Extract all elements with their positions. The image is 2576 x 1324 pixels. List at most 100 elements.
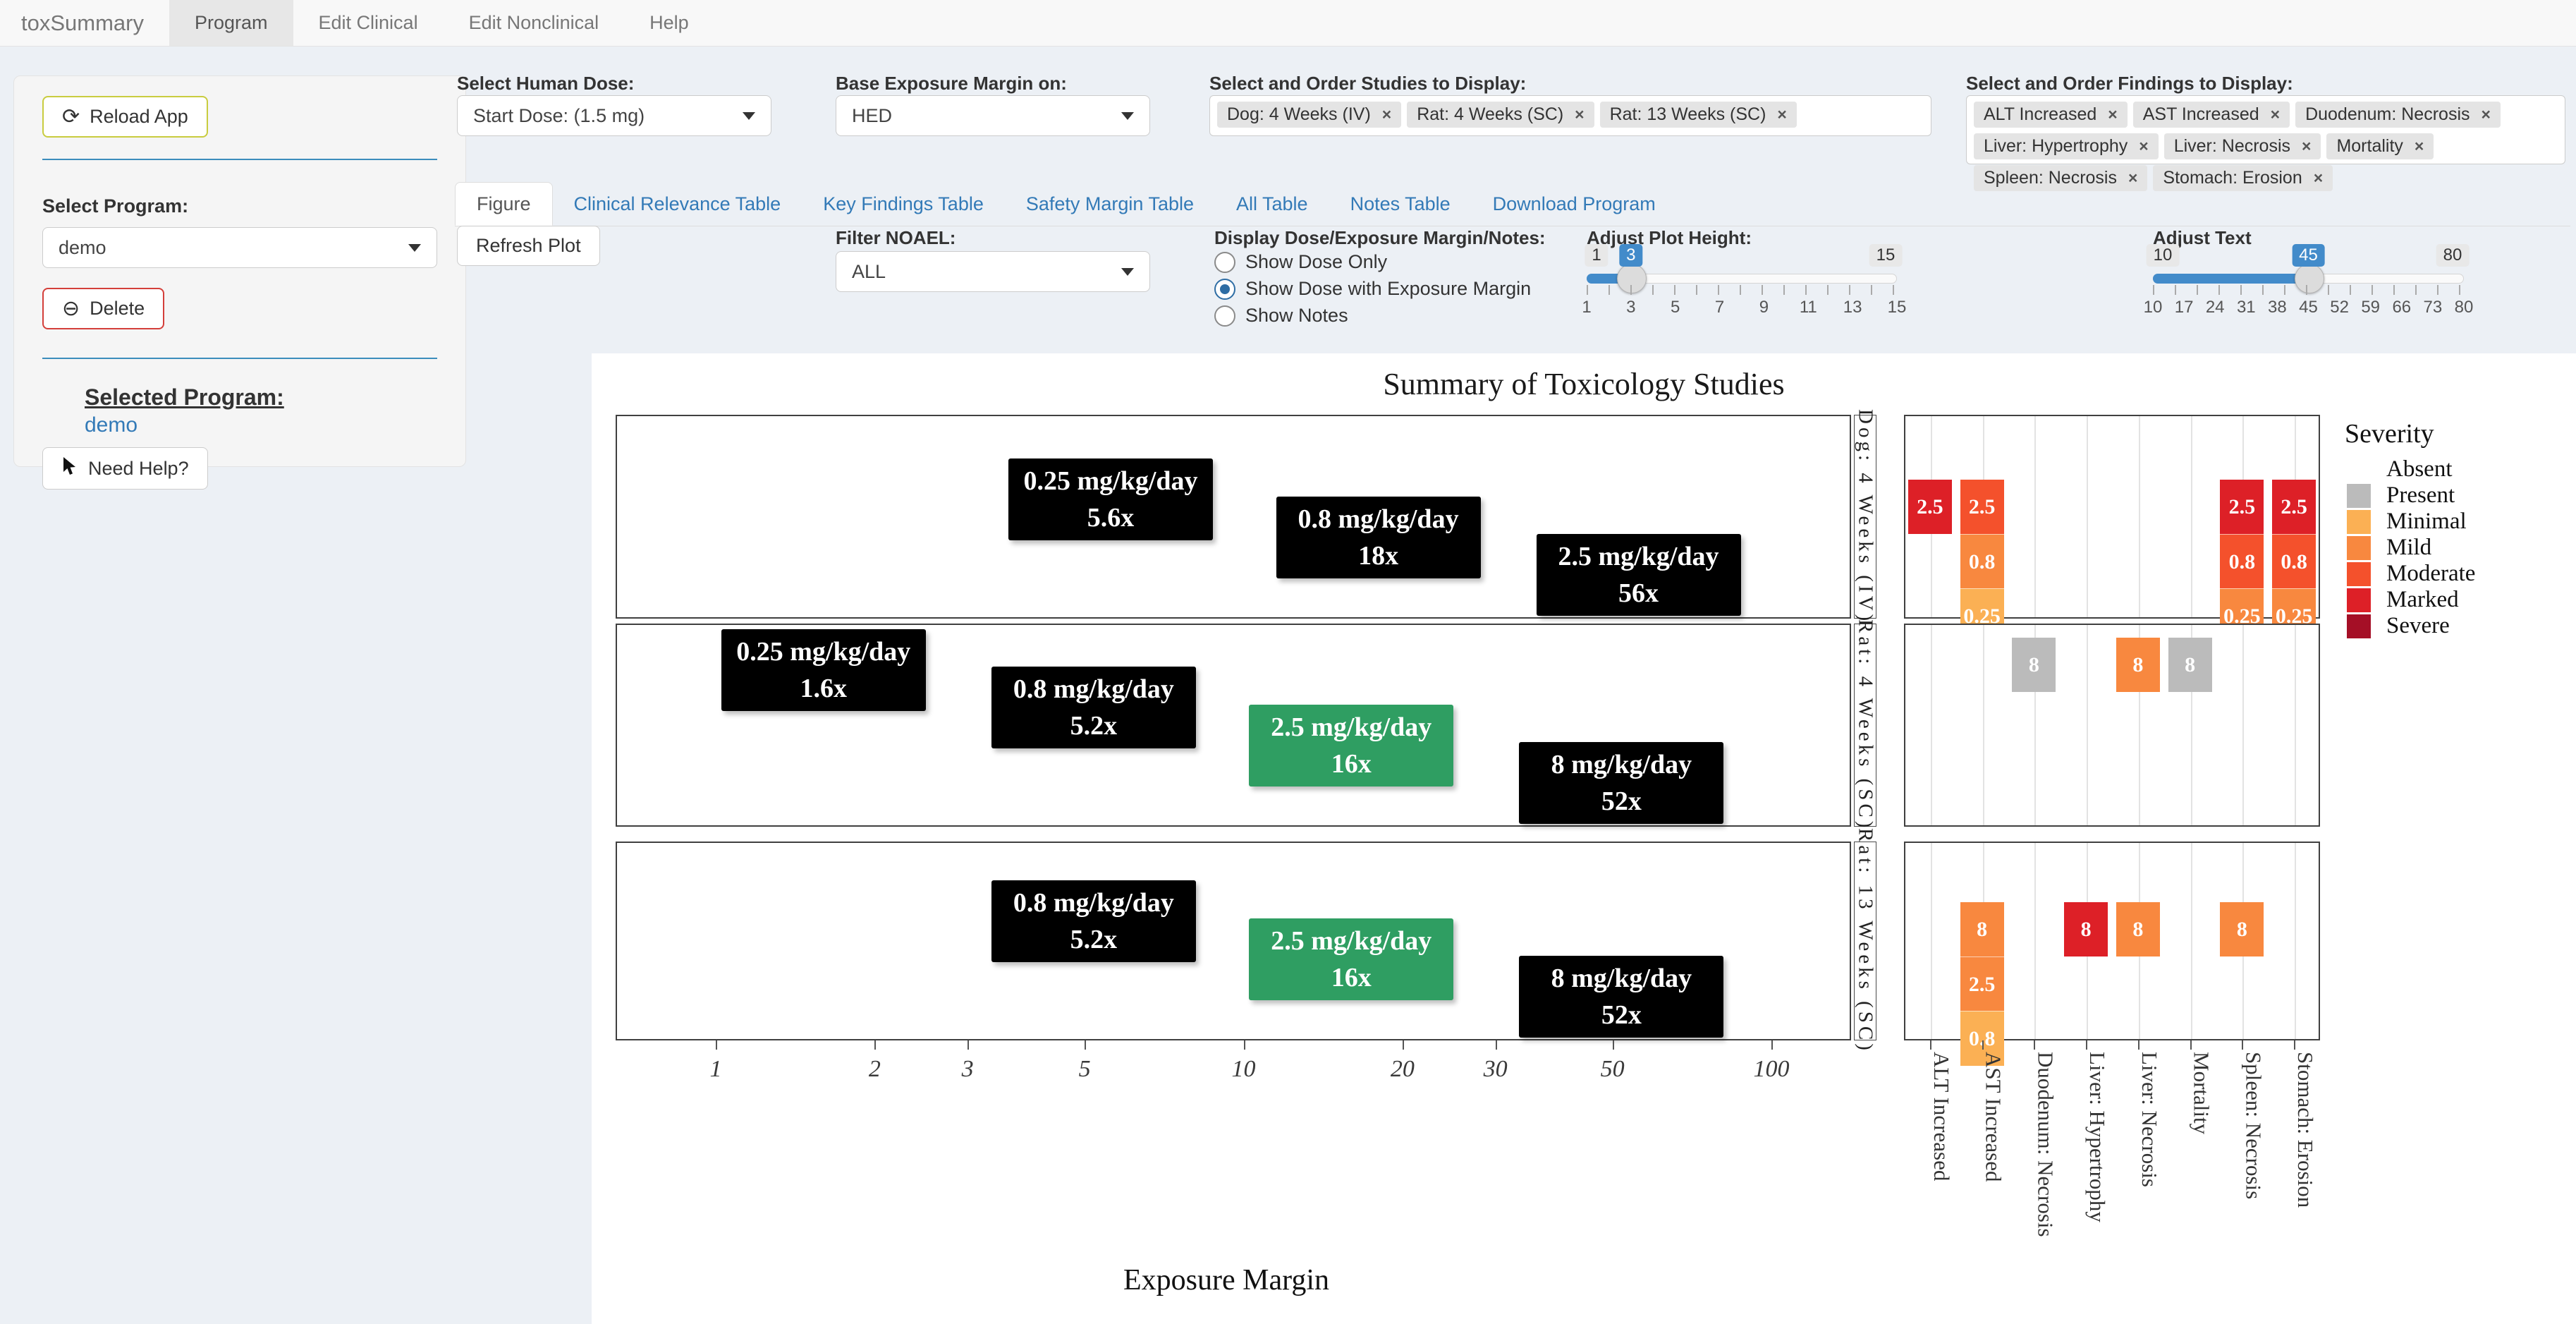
study-tag[interactable]: Rat: 13 Weeks (SC)× — [1600, 102, 1797, 128]
severity-cell-dose: 2.5 — [1969, 973, 1996, 997]
slider-tick-label: 17 — [2175, 298, 2194, 317]
remove-tag-icon[interactable]: × — [2482, 105, 2491, 124]
findings-tagbox[interactable]: ALT Increased×AST Increased×Duodenum: Ne… — [1966, 95, 2565, 164]
tab-safety-margin-table[interactable]: Safety Margin Table — [1005, 182, 1215, 226]
finding-tag-label: AST Increased — [2143, 104, 2259, 125]
x-axis-tick — [1403, 1040, 1404, 1050]
reload-app-button[interactable]: ⟳ Reload App — [42, 96, 208, 138]
legend-swatch — [2347, 510, 2371, 534]
legend-entry: Absent — [2347, 456, 2453, 482]
severity-cell-dose: 2.5 — [2229, 495, 2256, 519]
tab-figure[interactable]: Figure — [455, 182, 553, 226]
gridline — [2087, 416, 2088, 617]
slider-value-label: 3 — [1619, 244, 1642, 267]
slider-min-label: 1 — [1585, 244, 1608, 267]
x-axis-tick — [1496, 1040, 1497, 1050]
legend-entry: Moderate — [2347, 561, 2475, 587]
radio-label: Show Dose Only — [1245, 251, 1387, 273]
legend-swatch — [2347, 614, 2371, 638]
legend-swatch — [2347, 484, 2371, 508]
tab-notes-table[interactable]: Notes Table — [1329, 182, 1472, 226]
finding-column-label: ALT Increased — [1929, 1052, 1954, 1181]
gridline — [2087, 625, 2088, 825]
nav-item-edit-nonclinical[interactable]: Edit Nonclinical — [444, 0, 625, 46]
legend-label: Absent — [2386, 456, 2453, 482]
delete-program-button[interactable]: ⊖ Delete — [42, 288, 164, 329]
dose-box-noael: 2.5 mg/kg/day16x — [1249, 705, 1453, 786]
dose-label: 0.8 mg/kg/day — [994, 674, 1193, 705]
refresh-plot-button[interactable]: Refresh Plot — [457, 226, 600, 266]
severity-cell: 2.5 — [1960, 480, 2004, 534]
finding-tag[interactable]: Liver: Necrosis× — [2164, 133, 2321, 159]
findings-axis-tick — [1930, 1040, 1931, 1050]
text-size-slider[interactable]: 1080451017243138455259667380 — [2153, 248, 2464, 326]
nav-item-program[interactable]: Program — [169, 0, 293, 46]
legend-entry: Mild — [2347, 535, 2431, 561]
finding-tag[interactable]: AST Increased × — [2133, 102, 2290, 128]
program-select[interactable]: demo — [42, 227, 437, 268]
program-select-value: demo — [59, 237, 106, 259]
remove-tag-icon[interactable]: × — [2108, 105, 2117, 124]
human-dose-select[interactable]: Start Dose: (1.5 mg) — [457, 95, 771, 136]
remove-tag-icon[interactable]: × — [2271, 105, 2280, 124]
base-margin-select[interactable]: HED — [836, 95, 1150, 136]
dose-box: 8 mg/kg/day52x — [1519, 956, 1723, 1038]
radio-label: Show Dose with Exposure Margin — [1245, 278, 1531, 300]
cursor-icon — [61, 456, 78, 480]
need-help-button[interactable]: Need Help? — [42, 447, 208, 490]
x-axis-tick-label: 30 — [1484, 1056, 1508, 1083]
tab-clinical-relevance-table[interactable]: Clinical Relevance Table — [553, 182, 802, 226]
gridline — [2242, 625, 2244, 825]
tab-all-table[interactable]: All Table — [1215, 182, 1329, 226]
remove-tag-icon[interactable]: × — [1382, 105, 1391, 124]
need-help-label: Need Help? — [88, 458, 189, 480]
severity-cell-dose: 2.5 — [1969, 495, 1996, 519]
plot-height-slider[interactable]: 115313579111315 — [1587, 248, 1897, 326]
margin-label: 5.2x — [994, 710, 1193, 741]
studies-tagbox[interactable]: Dog: 4 Weeks (IV)×Rat: 4 Weeks (SC)×Rat:… — [1209, 95, 1931, 136]
remove-tag-icon[interactable]: × — [2415, 137, 2424, 156]
x-axis-tick-label: 3 — [962, 1056, 974, 1083]
legend-swatch — [2347, 458, 2371, 482]
tab-key-findings-table[interactable]: Key Findings Table — [802, 182, 1005, 226]
radio-icon — [1214, 279, 1235, 300]
finding-column-label: Liver: Hypertrophy — [2084, 1052, 2110, 1222]
remove-tag-icon[interactable]: × — [1575, 105, 1584, 124]
finding-tag[interactable]: Liver: Hypertrophy× — [1974, 133, 2159, 159]
finding-tag-label: Duodenum: Necrosis — [2305, 104, 2470, 125]
nav-item-edit-clinical[interactable]: Edit Clinical — [293, 0, 444, 46]
gridline — [1931, 843, 1932, 1039]
slider-ticks — [2153, 285, 2464, 295]
margin-label: 18x — [1279, 540, 1478, 571]
x-axis-tick — [716, 1040, 717, 1050]
tab-download-program[interactable]: Download Program — [1472, 182, 1677, 226]
severity-cell: 8 — [2116, 638, 2160, 692]
finding-tag-label: Mortality — [2336, 136, 2403, 157]
remove-tag-icon[interactable]: × — [1777, 105, 1786, 124]
severity-cell-dose: 2.5 — [1917, 495, 1943, 519]
slider-tick-label: 31 — [2237, 298, 2256, 317]
study-tag[interactable]: Rat: 4 Weeks (SC)× — [1407, 102, 1594, 128]
remove-tag-icon[interactable]: × — [2302, 137, 2311, 156]
severity-cell-dose: 8 — [2237, 918, 2247, 942]
nav-item-help[interactable]: Help — [624, 0, 714, 46]
radio-show-notes[interactable]: Show Notes — [1214, 305, 1348, 327]
finding-column-label: Spleen: Necrosis — [2240, 1052, 2266, 1199]
dose-box: 0.25 mg/kg/day5.6x — [1008, 458, 1213, 540]
radio-show-dose-only[interactable]: Show Dose Only — [1214, 251, 1387, 273]
finding-tag[interactable]: Duodenum: Necrosis × — [2295, 102, 2501, 128]
plot-title: Summary of Toxicology Studies — [592, 366, 2576, 402]
radio-show-dose-with-exposure-margin[interactable]: Show Dose with Exposure Margin — [1214, 278, 1531, 300]
filter-noael-select[interactable]: ALL — [836, 251, 1150, 292]
severity-cell-dose: 8 — [2132, 653, 2143, 677]
slider-tick-label: 24 — [2206, 298, 2225, 317]
plot-height-label: Adjust Plot Height: — [1587, 227, 1752, 249]
finding-tag[interactable]: Mortality × — [2326, 133, 2434, 159]
severity-cell: 2.5 — [1908, 480, 1952, 534]
remove-tag-icon[interactable]: × — [2139, 137, 2148, 156]
dose-label: 2.5 mg/kg/day — [1539, 541, 1738, 572]
legend-label: Minimal — [2386, 509, 2467, 535]
filter-noael-label: Filter NOAEL: — [836, 227, 956, 249]
finding-tag[interactable]: ALT Increased× — [1974, 102, 2128, 128]
study-tag[interactable]: Dog: 4 Weeks (IV)× — [1217, 102, 1401, 128]
